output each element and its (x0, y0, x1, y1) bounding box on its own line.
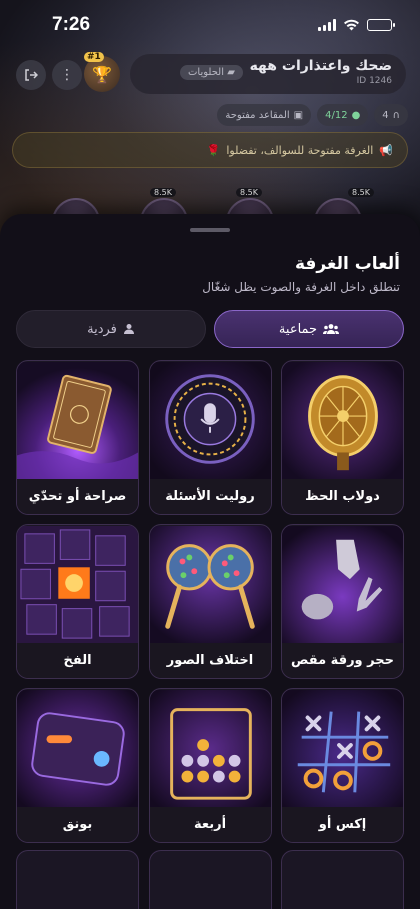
person-icon: ● (351, 109, 361, 121)
game-card-trap[interactable]: الفخ (16, 524, 139, 679)
rose-icon: 🌹 (206, 143, 221, 157)
cellular-signal-icon (318, 19, 336, 31)
megaphone-icon: 📢 (379, 143, 393, 157)
wifi-icon (344, 19, 359, 31)
roulette-mic-icon (149, 361, 271, 481)
seats-mode-label: المقاعد مفتوحة (225, 109, 290, 121)
game-mode-tabs: فردية جماعية (16, 310, 404, 348)
game-card-partial[interactable] (16, 850, 139, 909)
game-card-partial[interactable] (148, 850, 272, 909)
more-vertical-icon: ⋮ (60, 67, 74, 83)
rank-tag: #1 (84, 52, 104, 62)
game-card-pong[interactable]: بونق (16, 688, 139, 843)
sheet-drag-handle[interactable] (190, 228, 230, 232)
game-label: اختلاف الصور (149, 643, 271, 678)
room-info-pill[interactable]: ضحك واعتذارات ههه ID 1246 ▰ الحلويات (130, 54, 406, 94)
user-icon (123, 324, 134, 334)
exit-icon (25, 69, 38, 81)
seats-mode-chip[interactable]: المقاعد مفتوحة ▣ (217, 104, 312, 126)
tab-single[interactable]: فردية (16, 310, 206, 348)
tab-single-label: فردية (87, 321, 117, 337)
exit-room-button[interactable] (16, 60, 46, 90)
tic-tac-toe-icon (282, 689, 403, 809)
games-grid: صراحة أو تحدّي روليت الأسئلة دولاب الحظ … (16, 360, 404, 843)
connect-four-icon (149, 689, 271, 809)
game-card-luck-wheel[interactable]: دولاب الحظ (281, 360, 404, 515)
game-card-question-roulette[interactable]: روليت الأسئلة (148, 360, 272, 515)
announcement-text: الغرفة مفتوحة للسوالف، تفضلوا (226, 143, 374, 157)
seat-score: 8.5K (348, 188, 374, 197)
game-card-rock-paper-scissors[interactable]: حجر ورقة مقص (281, 524, 404, 679)
trophy-icon: 🏆 (92, 64, 112, 84)
game-card-truth-dare[interactable]: صراحة أو تحدّي (16, 360, 139, 515)
seat-score: 8.5K (236, 188, 262, 197)
game-card-spot-difference[interactable]: اختلاف الصور (148, 524, 272, 679)
seats-filled-value: 4/12 (325, 109, 348, 121)
magnifier-icon (149, 525, 271, 645)
battery-icon (367, 19, 395, 31)
trap-tiles-icon (17, 525, 138, 645)
sheet-subtitle: تنطلق داخل الغرفة والصوت يظل شغّال (202, 280, 400, 294)
seats-filled-chip[interactable]: 4/12 ● (317, 104, 369, 126)
status-icons (318, 19, 395, 31)
game-label: دولاب الحظ (282, 479, 403, 514)
room-category-badge: ▰ الحلويات (180, 65, 243, 80)
game-label: الفخ (17, 643, 138, 678)
listeners-chip[interactable]: 4 ∩ (374, 104, 408, 126)
status-bar: 7:26 (0, 0, 420, 50)
more-options-button[interactable]: ⋮ (52, 60, 82, 90)
seat-icon: ▣ (293, 109, 304, 121)
tarot-card-icon (17, 361, 138, 481)
room-announcement[interactable]: 📢 الغرفة مفتوحة للسوالف، تفضلوا 🌹 (12, 132, 408, 168)
room-header: ⋮ 🏆 #1 ضحك واعتذارات ههه ID 1246 ▰ الحلو… (0, 52, 420, 96)
room-games-sheet: ألعاب الغرفة تنطلق داخل الغرفة والصوت يظ… (0, 214, 420, 909)
room-category: الحلويات (188, 67, 225, 78)
rock-paper-scissors-icon (282, 525, 403, 645)
game-card-tic-tac-toe[interactable]: إكس أو (281, 688, 404, 843)
game-card-connect-four[interactable]: أربعة (148, 688, 272, 843)
headphones-icon: ∩ (392, 109, 400, 121)
tab-group-label: جماعية (278, 321, 318, 337)
listeners-count: 4 (382, 109, 389, 121)
game-label: إكس أو (282, 807, 403, 842)
pong-paddle-icon (17, 689, 138, 809)
tab-group[interactable]: جماعية (214, 310, 404, 348)
group-icon (323, 324, 340, 334)
game-label: بونق (17, 807, 138, 842)
game-label: روليت الأسئلة (149, 479, 271, 514)
game-card-partial[interactable] (281, 850, 404, 909)
game-label: صراحة أو تحدّي (17, 479, 138, 514)
seat-score: 8.5K (150, 188, 176, 197)
game-label: حجر ورقة مقص (282, 643, 403, 678)
luck-wheel-icon (282, 361, 403, 481)
status-time: 7:26 (52, 14, 91, 35)
games-next-row (16, 850, 404, 909)
chat-icon: ▰ (224, 67, 235, 78)
sheet-title: ألعاب الغرفة (294, 254, 400, 274)
room-chips: المقاعد مفتوحة ▣ 4/12 ● 4 ∩ (217, 104, 408, 126)
game-label: أربعة (149, 807, 271, 842)
